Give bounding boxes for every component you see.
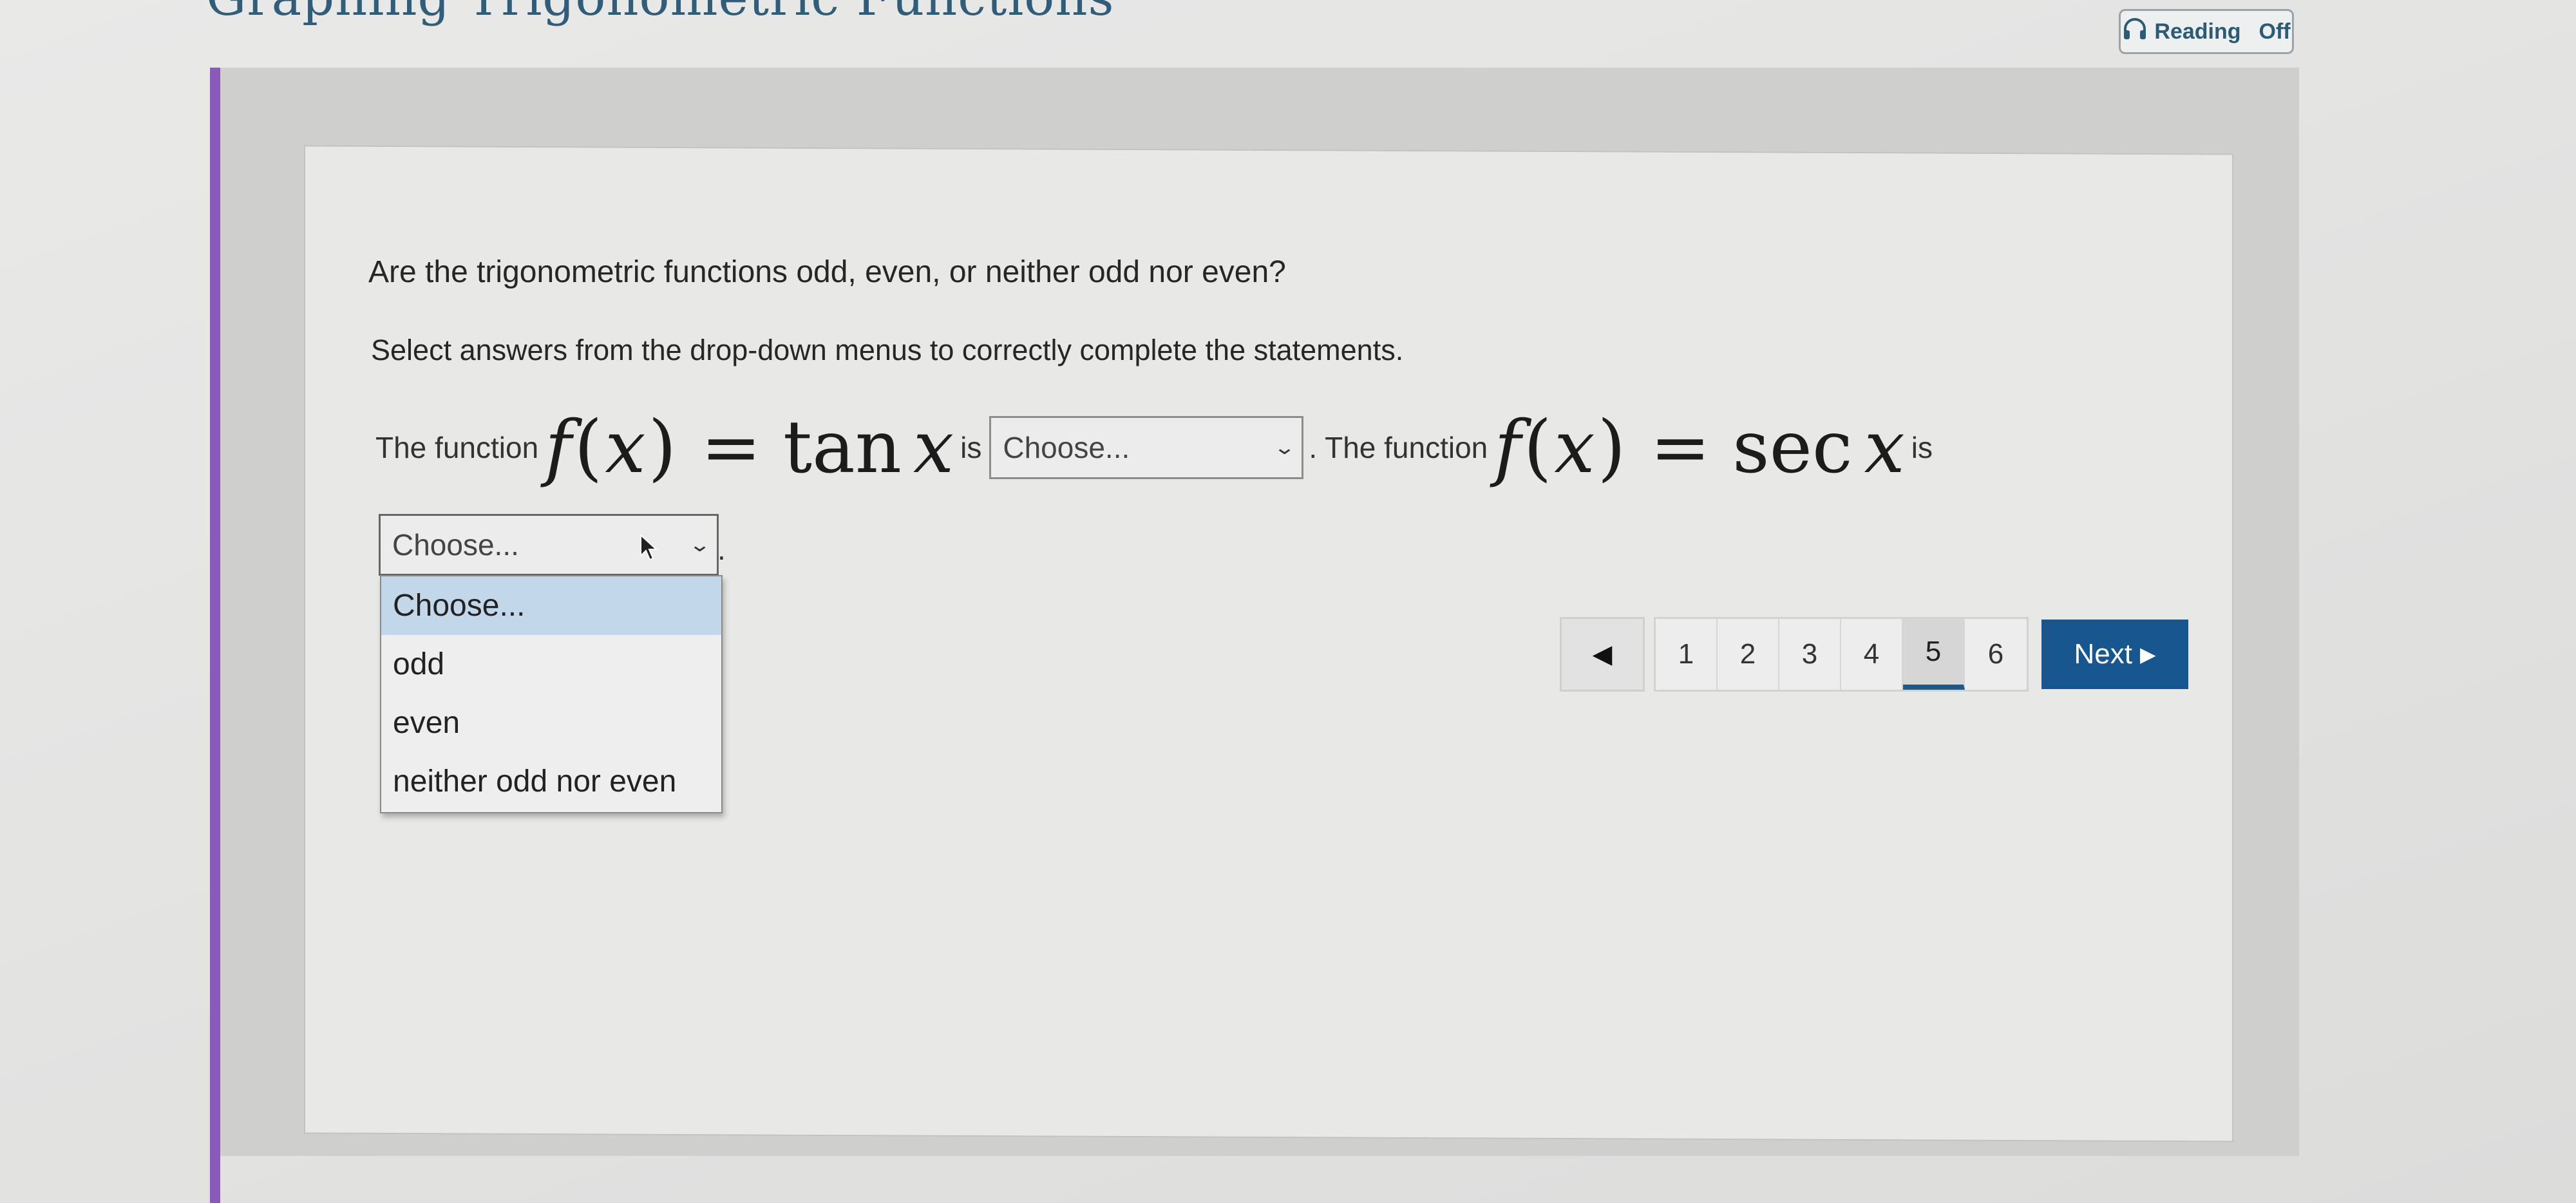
page-number[interactable]: 6 [1965, 619, 2027, 690]
question-prompt: Are the trigonometric functions odd, eve… [368, 255, 1286, 289]
reading-label: Reading [2154, 19, 2241, 44]
statement-2-prefix: . The function [1309, 431, 1488, 464]
dropdown-option[interactable]: Choose... [381, 576, 721, 635]
page-number[interactable]: 4 [1841, 619, 1903, 690]
chevron-down-icon: ⌄ [688, 534, 712, 556]
statement-2-is: is [1911, 431, 1933, 464]
function-2-lhs: f [1494, 406, 1521, 489]
reading-state: Off [2259, 19, 2291, 44]
cursor-icon [639, 533, 659, 561]
function-2-expression: f (x) = sec x [1494, 406, 1905, 489]
dropdown-1-value: Choose... [1003, 431, 1130, 464]
dropdown-2-value: Choose... [392, 528, 519, 562]
pagination: ◀ 1 2 3 4 5 6 Next ▶ [1560, 617, 2188, 692]
page-title: Graphing Trigonometric Functions [206, 0, 1114, 27]
statement-is: is [960, 431, 982, 464]
function-1-lhs: f [545, 406, 572, 489]
page-number[interactable]: 1 [1656, 619, 1718, 690]
triangle-right-icon: ▶ [2139, 643, 2156, 666]
previous-page-button[interactable]: ◀ [1560, 617, 1645, 692]
statement-row: The function f (x) = tan x is Choose... … [375, 406, 1933, 489]
page-number-current[interactable]: 5 [1903, 619, 1965, 690]
statement-period: . [717, 533, 726, 566]
accent-bar [210, 68, 220, 1203]
function-1-name: tan [783, 406, 902, 489]
function-1-arg: x [913, 406, 954, 489]
statement-prefix: The function [375, 431, 539, 464]
function-2-arg: x [1864, 406, 1905, 489]
dropdown-option[interactable]: odd [381, 635, 721, 694]
page-number-list: 1 2 3 4 5 6 [1654, 617, 2029, 692]
function-1-var: x [605, 406, 646, 489]
triangle-left-icon: ◀ [1592, 640, 1613, 668]
headphones-icon [2122, 17, 2148, 46]
dropdown-option[interactable]: even [381, 694, 721, 752]
dropdown-1[interactable]: Choose... ⌄ [989, 416, 1304, 479]
next-label: Next [2074, 638, 2132, 670]
chevron-down-icon: ⌄ [1273, 437, 1296, 459]
dropdown-2-options: Choose... odd even neither odd nor even [380, 575, 723, 813]
dropdown-2[interactable]: Choose... ⌄ [379, 514, 719, 576]
question-instructions: Select answers from the drop-down menus … [371, 334, 1404, 366]
reading-toggle[interactable]: Reading Off [2119, 9, 2294, 54]
dropdown-option[interactable]: neither odd nor even [381, 752, 721, 811]
next-button[interactable]: Next ▶ [2041, 620, 2188, 689]
function-2-name: sec [1732, 406, 1853, 489]
page-number[interactable]: 3 [1779, 619, 1841, 690]
function-2-var: x [1554, 406, 1595, 489]
function-1-expression: f (x) = tan x [545, 406, 954, 489]
page-number[interactable]: 2 [1718, 619, 1779, 690]
